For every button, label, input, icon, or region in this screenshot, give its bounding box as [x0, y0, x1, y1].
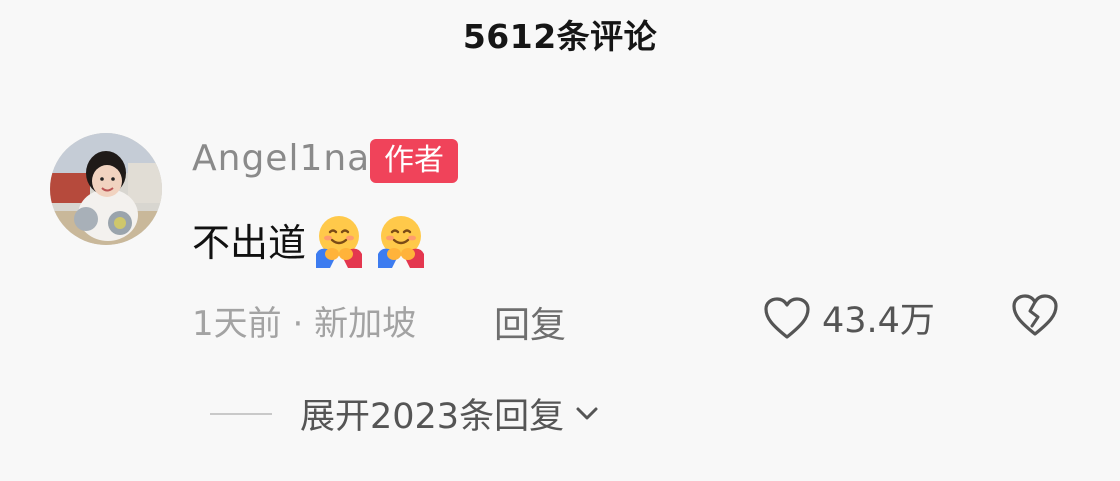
- like-count: 43.4万: [822, 301, 935, 341]
- avatar-photo: [50, 133, 162, 245]
- expand-replies-label: 展开2023条回复: [300, 397, 565, 437]
- avatar[interactable]: [50, 133, 162, 245]
- comments-title: 5612条评论: [462, 17, 658, 56]
- comment-time: 1天前: [192, 304, 282, 344]
- heart-icon: [764, 296, 810, 339]
- comment-meta: 1天前 · 新加坡: [192, 296, 416, 345]
- hugging-face-icon: [378, 216, 425, 268]
- expand-replies[interactable]: 展开2023条回复: [210, 388, 602, 439]
- author-badge: 作者: [370, 139, 458, 183]
- comment-text: 不出道: [192, 210, 430, 268]
- comments-panel: 5612条评论 Angel1na 作者 不出道 1天前 · 新加坡 回复 43.…: [0, 0, 1120, 481]
- comment-location: 新加坡: [314, 304, 417, 344]
- comment-body: 不出道: [192, 220, 307, 265]
- divider-line: [210, 412, 272, 415]
- chevron-down-icon: [576, 407, 598, 419]
- broken-heart-icon[interactable]: [1010, 292, 1060, 338]
- like-button[interactable]: 43.4万: [762, 292, 935, 343]
- meta-separator: ·: [281, 304, 315, 344]
- username[interactable]: Angel1na: [192, 138, 370, 179]
- hugging-face-icon: [316, 216, 363, 268]
- reply-button[interactable]: 回复: [494, 296, 566, 348]
